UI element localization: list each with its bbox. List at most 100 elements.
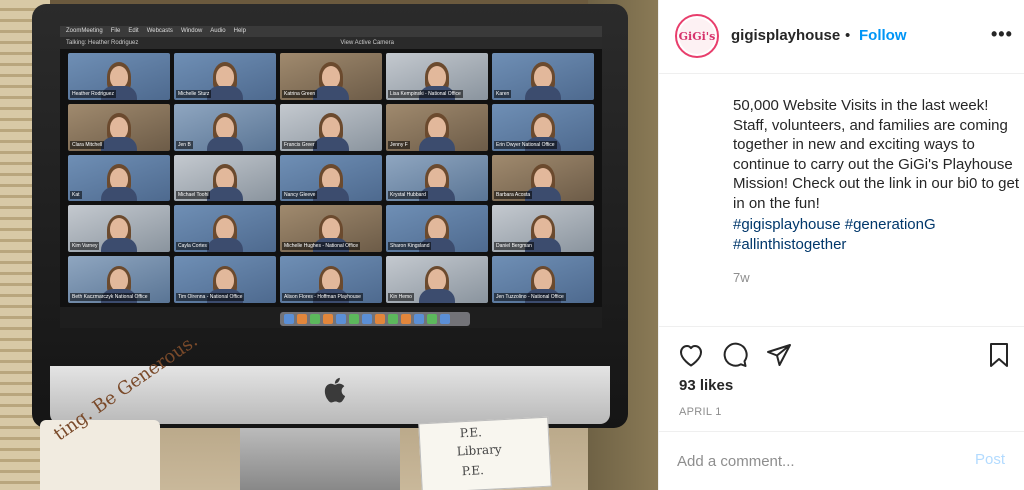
participant-face (322, 269, 340, 292)
participant-name: Sharon Kingsland (388, 242, 432, 251)
separator-dot: • (845, 27, 851, 44)
post-caption: 50,000 Website Visits in the last week! … (733, 97, 1019, 212)
participant-face (216, 218, 234, 241)
participant-name: Lisa Kempinski - National Office (388, 89, 463, 98)
menubar-item: Audio (210, 28, 226, 34)
participant-name: Karen (494, 89, 512, 98)
heart-icon[interactable] (677, 341, 705, 369)
participant-face (216, 66, 234, 89)
participant-face (428, 218, 446, 241)
zoom-participant-tile: Nancy Gleeve (280, 154, 382, 202)
zoom-participant-tile: Lisa Kempinski - National Office (386, 53, 488, 100)
participant-face (216, 167, 234, 190)
zoom-participant-tile: Daniel Bergman (492, 205, 594, 253)
participant-name: Beth Kaczmarczyk National Office (70, 293, 150, 301)
participant-body (101, 238, 137, 253)
participant-body (313, 187, 349, 202)
comment-bar: Post (659, 431, 1024, 490)
participant-name: Jenny F (388, 140, 410, 149)
post-header: GiGi's gigisplayhouse • Follow ••• (659, 0, 1024, 74)
mac-dock (280, 312, 470, 326)
participant-name: Tim Olrenna - National Office (176, 293, 245, 301)
monitor-stand (240, 428, 400, 490)
zoom-participant-tile: Erin Dwyer National Office (492, 103, 594, 151)
participant-name: Barbara Acosta (494, 191, 533, 200)
participant-name: Cayla Cortes (176, 242, 209, 251)
participant-name: Kin Hemo (388, 293, 414, 301)
zoom-participant-tile: Barbara Acosta (492, 154, 594, 202)
menubar-item: Edit (128, 28, 139, 34)
avatar-logo: GiGi's (679, 18, 715, 54)
post-comment-button[interactable]: Post (975, 451, 1005, 468)
dock-app-icon (310, 314, 320, 324)
participant-face (110, 269, 128, 292)
menubar-item: Help (233, 28, 246, 34)
zoom-participant-tile: Krystal Hubbard (386, 154, 488, 202)
zoom-participant-tile: Karen (492, 53, 594, 100)
participant-body (207, 238, 243, 253)
bookmark-icon[interactable] (985, 341, 1013, 369)
dock-app-icon (284, 314, 294, 324)
dock-app-icon (323, 314, 333, 324)
participant-name: Francis Greer (282, 140, 317, 149)
dock-app-icon (349, 314, 359, 324)
participant-face (110, 218, 128, 241)
dock-app-icon (336, 314, 346, 324)
participant-face (216, 269, 234, 292)
notebook: P.E. Library P.E. (418, 416, 552, 490)
more-options-icon[interactable]: ••• (991, 24, 1013, 45)
zoom-toolbar: Talking: Heather Rodriguez View Active C… (60, 37, 602, 49)
time-ago[interactable]: 7w (733, 270, 750, 285)
participant-body (207, 85, 243, 100)
zoom-participant-tile: Beth Kaczmarczyk National Office (68, 256, 170, 303)
zoom-view-label: View Active Camera (340, 40, 394, 46)
action-bar: 93 likes APRIL 1 (659, 326, 1024, 426)
notebook-line: P.E. (459, 425, 483, 441)
participant-face (110, 116, 128, 139)
menubar-item: ZoomMeeting (66, 28, 103, 34)
zoom-participant-tile: Sharon Kingsland (386, 205, 488, 253)
participant-face (534, 269, 552, 292)
participant-body (207, 187, 243, 202)
zoom-participant-tile: Jenny F (386, 103, 488, 151)
participant-face (534, 218, 552, 241)
username-link[interactable]: gigisplayhouse (731, 27, 840, 44)
zoom-participant-tile: Michelle Hughes - National Office (280, 205, 382, 253)
participant-face (428, 66, 446, 89)
zoom-participant-tile: Tim Olrenna - National Office (174, 256, 276, 303)
participant-name: Kim Varney (70, 242, 100, 251)
post-photo[interactable]: ZoomMeeting File Edit Webcasts Window Au… (0, 0, 658, 490)
participant-face (322, 116, 340, 139)
participant-face (216, 116, 234, 139)
participant-body (419, 136, 455, 151)
participant-face (322, 167, 340, 190)
follow-button[interactable]: Follow (859, 27, 907, 44)
comment-icon[interactable] (721, 341, 749, 369)
share-icon[interactable] (765, 341, 793, 369)
menubar-item: Window (180, 28, 203, 34)
zoom-participant-tile: Alison Flores - Hoffman Playhouse (280, 256, 382, 303)
participant-face (322, 66, 340, 89)
zoom-talking-label: Talking: Heather Rodriguez (66, 40, 139, 46)
hashtags[interactable]: #gigisplayhouse #generationG #allinthist… (733, 215, 1019, 254)
participant-face (110, 167, 128, 190)
participant-face (428, 167, 446, 190)
participant-body (419, 289, 455, 303)
dock-app-icon (440, 314, 450, 324)
zoom-gallery-grid: Heather Rodriguez Michelle Sturz Katrina G… (60, 49, 602, 307)
menubar-item: Webcasts (146, 28, 173, 34)
monitor-screen: ZoomMeeting File Edit Webcasts Window Au… (60, 26, 602, 328)
dock-app-icon (362, 314, 372, 324)
dock-app-icon (414, 314, 424, 324)
comment-input[interactable] (677, 451, 957, 471)
participant-face (428, 116, 446, 139)
participant-name: Erin Dwyer National Office (494, 140, 557, 149)
post-sidebar: GiGi's gigisplayhouse • Follow ••• 50,00… (658, 0, 1024, 490)
avatar[interactable]: GiGi's (675, 14, 719, 58)
notebook-line: Library (456, 442, 502, 459)
participant-body (101, 187, 137, 202)
participant-name: Clara Mitchell (70, 140, 105, 149)
zoom-participant-tile: Michael Toohi (174, 154, 276, 202)
participant-face (534, 116, 552, 139)
likes-count[interactable]: 93 likes (679, 377, 733, 394)
